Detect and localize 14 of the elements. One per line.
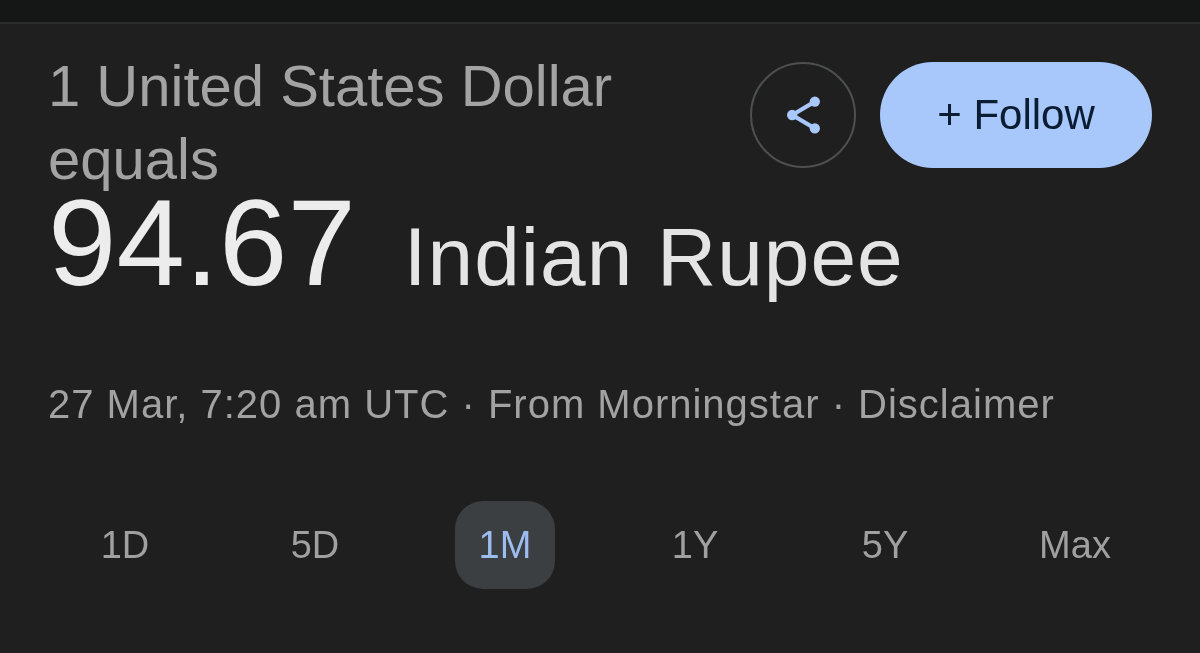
currency-name: Indian Rupee	[403, 210, 904, 304]
time-range-tab[interactable]: 5Y	[835, 501, 935, 589]
rate-value: 94.67	[48, 195, 356, 291]
conversion-heading: 1 United States Dollar equals	[48, 52, 614, 193]
time-range-tab[interactable]: 1M	[455, 501, 555, 589]
share-icon	[785, 95, 821, 135]
share-button[interactable]	[750, 62, 856, 168]
disclaimer-link[interactable]: Disclaimer	[858, 382, 1055, 426]
time-range-tab[interactable]: Max	[1025, 501, 1125, 589]
follow-button[interactable]: + Follow	[880, 62, 1152, 168]
time-range-tab[interactable]: 5D	[265, 501, 365, 589]
time-range-tab[interactable]: 1Y	[645, 501, 745, 589]
source-info: 27 Mar, 7:20 am UTC · From Morningstar · Disclaimer	[48, 381, 1055, 428]
time-range-tab[interactable]: 1D	[75, 501, 175, 589]
